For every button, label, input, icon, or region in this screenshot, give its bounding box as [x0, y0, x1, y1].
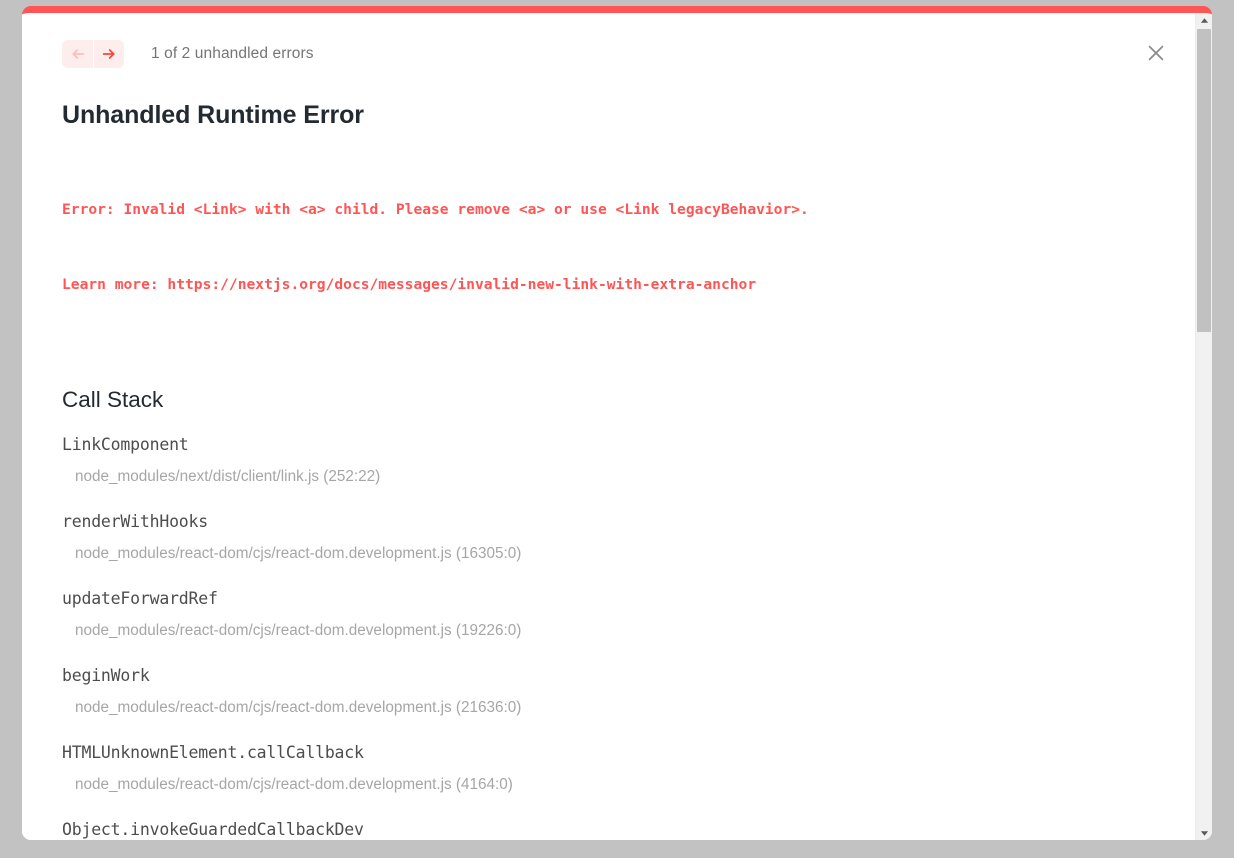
call-stack-frame[interactable]: renderWithHooks node_modules/react-dom/c…	[62, 512, 1155, 564]
frame-function-name: Object.invokeGuardedCallbackDev	[62, 820, 364, 839]
frame-function-name: updateForwardRef	[62, 589, 218, 608]
call-stack-frame[interactable]: LinkComponent node_modules/next/dist/cli…	[62, 435, 1155, 487]
page-title: Unhandled Runtime Error	[62, 101, 364, 129]
dialog-scroll-area[interactable]: 1 of 2 unhandled errors Unhandled Runtim…	[22, 13, 1195, 840]
frame-location: node_modules/next/dist/client/link.js (2…	[75, 468, 381, 485]
error-count-label: 1 of 2 unhandled errors	[151, 45, 314, 62]
unhandled-runtime-error-dialog: 1 of 2 unhandled errors Unhandled Runtim…	[22, 6, 1212, 840]
error-message: Error: Invalid <Link> with <a> child. Pl…	[62, 147, 1155, 347]
scroll-down-arrow-icon[interactable]	[1196, 826, 1212, 840]
dialog-scrollbar[interactable]	[1195, 13, 1212, 840]
frame-location: node_modules/react-dom/cjs/react-dom.dev…	[75, 545, 522, 562]
previous-error-button[interactable]	[62, 40, 93, 68]
scrollbar-thumb[interactable]	[1197, 29, 1211, 332]
error-summary-section: Unhandled Runtime Error Error: Invalid <…	[22, 101, 1195, 840]
call-stack-frame[interactable]: Object.invokeGuardedCallbackDev node_mod…	[62, 820, 1155, 840]
call-stack-frame[interactable]: beginWork node_modules/react-dom/cjs/rea…	[62, 666, 1155, 718]
frame-function-name: renderWithHooks	[62, 512, 209, 531]
frame-location: node_modules/react-dom/cjs/react-dom.dev…	[75, 622, 522, 639]
close-icon	[1145, 42, 1167, 67]
error-nav-group	[62, 40, 124, 68]
close-dialog-button[interactable]	[1139, 37, 1173, 71]
frame-function-name: LinkComponent	[62, 435, 189, 454]
error-message-line-1: Error: Invalid <Link> with <a> child. Pl…	[62, 201, 809, 218]
dialog-content: 1 of 2 unhandled errors Unhandled Runtim…	[22, 13, 1195, 840]
frame-function-name: beginWork	[62, 666, 150, 685]
call-stack-frame[interactable]: updateForwardRef node_modules/react-dom/…	[62, 589, 1155, 641]
call-stack-heading: Call Stack	[62, 387, 164, 412]
arrow-right-icon	[101, 46, 117, 62]
frame-location: node_modules/react-dom/cjs/react-dom.dev…	[75, 776, 513, 793]
scroll-up-arrow-icon[interactable]	[1196, 13, 1212, 27]
call-stack-frame[interactable]: HTMLUnknownElement.callCallback node_mod…	[62, 743, 1155, 795]
dialog-header: 1 of 2 unhandled errors	[22, 37, 1195, 71]
arrow-left-icon	[70, 46, 86, 62]
error-message-line-2: Learn more: https://nextjs.org/docs/mess…	[62, 276, 757, 293]
frame-function-name: HTMLUnknownElement.callCallback	[62, 743, 364, 762]
next-error-button[interactable]	[93, 40, 124, 68]
frame-location: node_modules/react-dom/cjs/react-dom.dev…	[75, 699, 522, 716]
call-stack-list: LinkComponent node_modules/next/dist/cli…	[62, 435, 1155, 840]
